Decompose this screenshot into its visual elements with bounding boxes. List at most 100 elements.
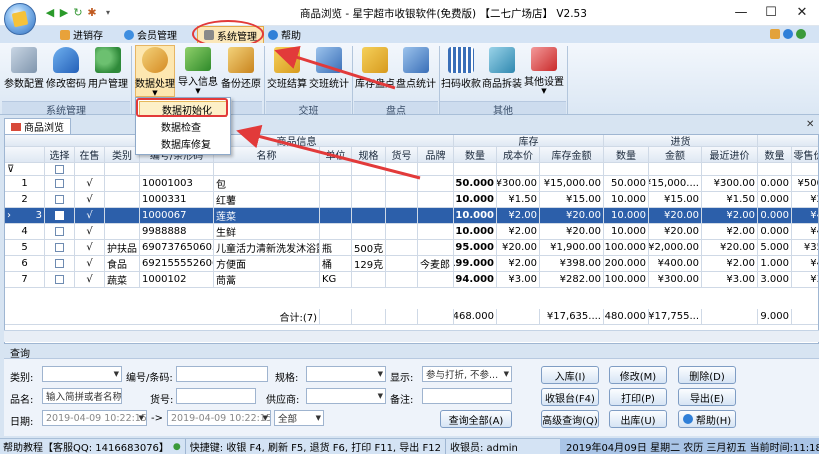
- import-info-button[interactable]: 导入信息 ▼: [178, 46, 218, 95]
- tab-close-icon[interactable]: ✕: [806, 119, 814, 130]
- column-header[interactable]: 库存金额: [540, 147, 604, 163]
- help-tutorial-link[interactable]: 帮助教程【客服QQ: 1416683076】: [0, 439, 169, 454]
- column-header[interactable]: 最近进价: [702, 147, 758, 163]
- cell-no: 6: [5, 256, 45, 272]
- data-processing-button[interactable]: 数据处理 ▼: [135, 45, 175, 97]
- filter-check[interactable]: [45, 163, 75, 176]
- column-header[interactable]: 数量: [604, 147, 649, 163]
- shift-stats-button[interactable]: 交班统计: [309, 46, 349, 94]
- export-button[interactable]: 导出(E): [678, 388, 736, 406]
- row-checkbox[interactable]: [55, 243, 64, 252]
- param-config-button[interactable]: 参数配置: [4, 46, 44, 94]
- column-header[interactable]: 选择: [45, 147, 75, 163]
- column-header[interactable]: 单位: [320, 147, 352, 163]
- date-label: 日期:: [10, 417, 34, 428]
- horizontal-scrollbar[interactable]: [4, 330, 819, 342]
- filter-cell[interactable]: [105, 163, 140, 176]
- filter-cell[interactable]: [75, 163, 105, 176]
- edit-button[interactable]: 修改(M): [609, 366, 667, 384]
- user-management-button[interactable]: 用户管理: [88, 46, 128, 94]
- menu-member[interactable]: 会员管理: [118, 27, 183, 42]
- column-header[interactable]: 在售: [75, 147, 105, 163]
- menu-data-init[interactable]: 数据初始化: [139, 101, 227, 117]
- filter-cell[interactable]: [352, 163, 386, 176]
- note-input[interactable]: [422, 388, 512, 404]
- close-button[interactable]: ✕: [789, 2, 815, 22]
- filter-cell[interactable]: [214, 163, 320, 176]
- filter-cell[interactable]: [320, 163, 352, 176]
- cart-icon[interactable]: [770, 29, 780, 39]
- other-settings-button[interactable]: 其他设置 ▼: [523, 46, 565, 95]
- product-split-button[interactable]: 商品拆装: [482, 46, 522, 94]
- backup-restore-button[interactable]: 备份还原: [221, 46, 261, 94]
- date-from-picker[interactable]: 2019-04-09 10:22:15 ▼: [42, 410, 147, 426]
- column-header[interactable]: 金额: [649, 147, 702, 163]
- filter-icon[interactable]: ⊽: [5, 163, 45, 176]
- stock-out-button[interactable]: 出库(U): [609, 410, 667, 428]
- row-checkbox[interactable]: [55, 227, 64, 236]
- scan-pay-button[interactable]: 扫码收款: [441, 46, 481, 94]
- filter-cell[interactable]: [540, 163, 604, 176]
- column-header[interactable]: 零售价: [792, 147, 818, 163]
- filter-cell[interactable]: [418, 163, 454, 176]
- stock-count-button[interactable]: 库存盘点: [355, 46, 395, 94]
- menu-help[interactable]: 帮助: [262, 27, 307, 42]
- print-button[interactable]: 打印(P): [609, 388, 667, 406]
- row-checkbox[interactable]: [55, 195, 64, 204]
- quick-access-dropdown-icon[interactable]: ▾: [102, 6, 114, 18]
- tools-icon[interactable]: ✱: [86, 6, 98, 19]
- row-checkbox[interactable]: [55, 179, 64, 188]
- filter-cell[interactable]: [497, 163, 540, 176]
- globe-icon[interactable]: [796, 29, 806, 39]
- code-input[interactable]: [176, 366, 268, 382]
- info-icon[interactable]: [783, 29, 793, 39]
- date-to-picker[interactable]: 2019-04-09 10:22:15 ▼: [167, 410, 271, 426]
- refresh-icon[interactable]: ↻: [72, 6, 84, 19]
- column-header[interactable]: 数量: [758, 147, 792, 163]
- minimize-button[interactable]: —: [728, 2, 754, 22]
- filter-cell[interactable]: [758, 163, 792, 176]
- name-input[interactable]: 输入简拼或者名称: [42, 388, 122, 404]
- column-header[interactable]: 规格: [352, 147, 386, 163]
- delete-button[interactable]: 删除(D): [678, 366, 736, 384]
- column-header[interactable]: 品牌: [418, 147, 454, 163]
- count-stats-button[interactable]: 盘点统计: [396, 46, 436, 94]
- filter-checkbox[interactable]: [55, 164, 64, 174]
- row-checkbox[interactable]: [55, 275, 64, 284]
- column-header[interactable]: 货号: [386, 147, 418, 163]
- supplier-select[interactable]: ▼: [306, 388, 386, 404]
- forward-arrow-icon[interactable]: ▶: [58, 6, 70, 19]
- row-checkbox[interactable]: [55, 259, 64, 268]
- shift-settle-button[interactable]: 交班结算: [267, 46, 307, 94]
- category-select[interactable]: ▼: [42, 366, 122, 382]
- spec-select[interactable]: ▼: [306, 366, 386, 382]
- cashier-button[interactable]: 收银台(F4): [541, 388, 599, 406]
- filter-cell[interactable]: [702, 163, 758, 176]
- row-checkbox[interactable]: [55, 211, 64, 220]
- date-range-select[interactable]: 全部 ▼: [274, 410, 324, 426]
- maximize-button[interactable]: ☐: [758, 2, 784, 22]
- filter-cell[interactable]: [649, 163, 702, 176]
- menu-jinxiaocun[interactable]: 进销存: [54, 27, 109, 42]
- filter-cell[interactable]: [604, 163, 649, 176]
- advanced-query-button[interactable]: 高级查询(Q): [541, 410, 599, 428]
- display-select[interactable]: 参与打折, 不参... ▼: [422, 366, 512, 382]
- help-button[interactable]: 帮助(H): [678, 410, 736, 428]
- filter-cell[interactable]: [454, 163, 497, 176]
- chat-icon[interactable]: ●: [173, 442, 181, 452]
- back-arrow-icon[interactable]: ◀: [44, 6, 56, 19]
- query-all-button[interactable]: 查询全部(A): [440, 410, 512, 428]
- stock-in-button[interactable]: 入库(I): [541, 366, 599, 384]
- art-no-input[interactable]: [176, 388, 256, 404]
- app-menu-orb[interactable]: [4, 3, 36, 35]
- tab-product-browse[interactable]: 商品浏览: [4, 118, 71, 134]
- menu-system[interactable]: 系统管理: [197, 26, 264, 43]
- menu-data-check[interactable]: 数据检查: [139, 118, 227, 134]
- filter-cell[interactable]: [386, 163, 418, 176]
- column-header[interactable]: 数量: [454, 147, 497, 163]
- change-password-button[interactable]: 修改密码: [46, 46, 86, 94]
- filter-cell[interactable]: [792, 163, 818, 176]
- menu-db-repair[interactable]: 数据库修复: [139, 135, 227, 151]
- filter-cell[interactable]: [140, 163, 214, 176]
- column-header[interactable]: 成本价: [497, 147, 540, 163]
